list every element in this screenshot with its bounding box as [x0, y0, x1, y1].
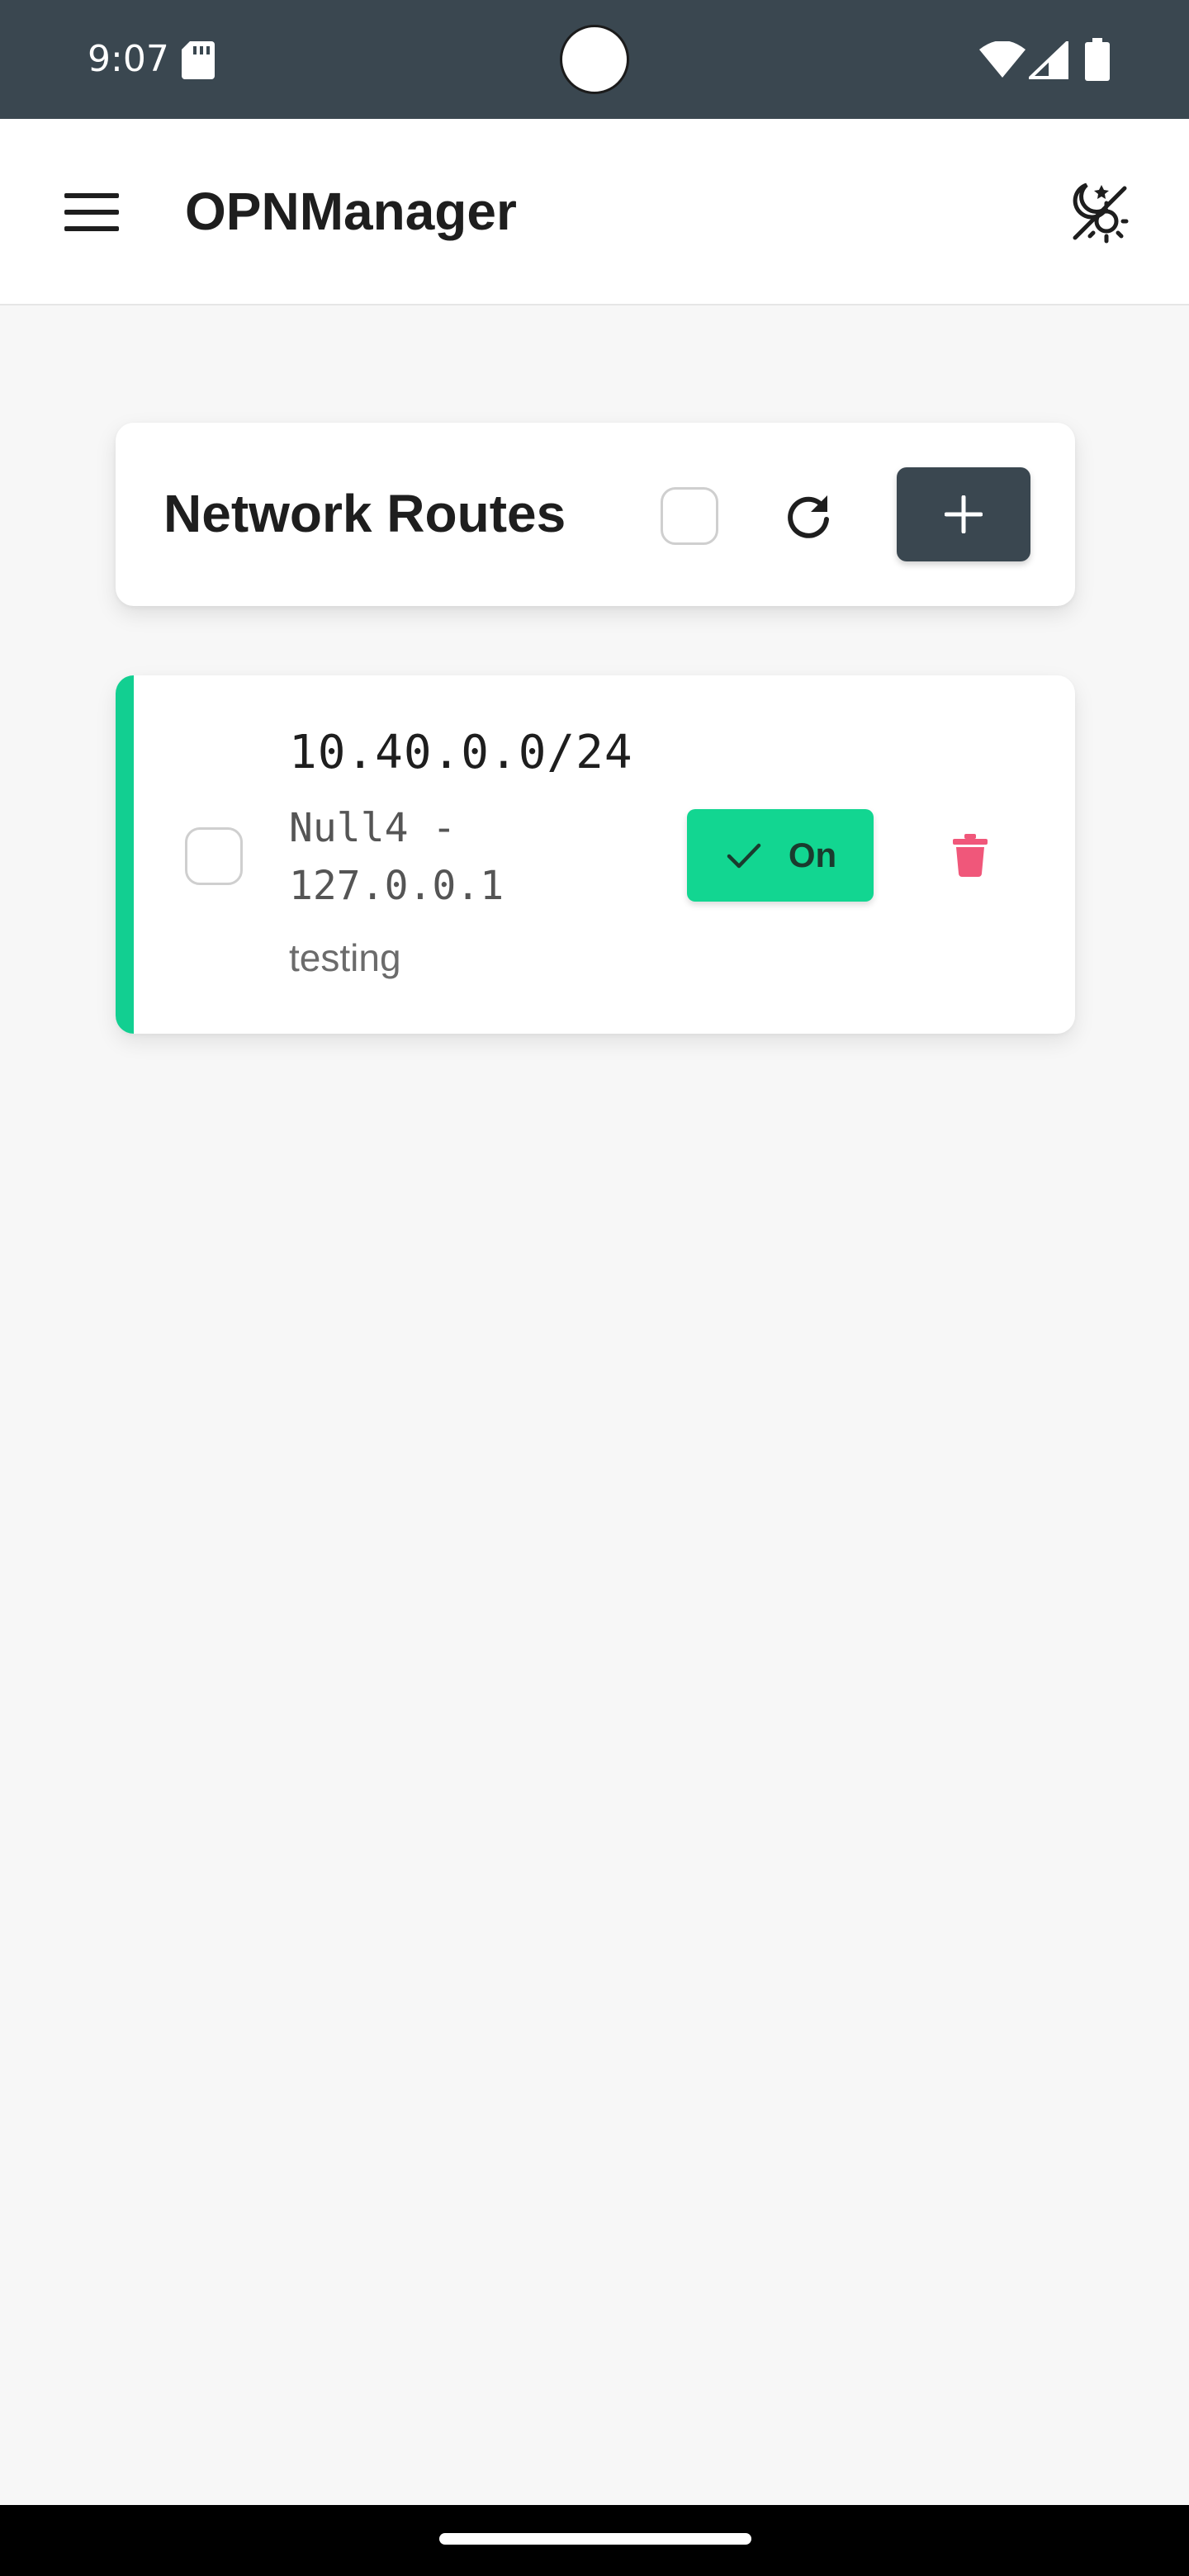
route-status-accent — [116, 675, 134, 1034]
home-indicator[interactable] — [439, 2533, 751, 2545]
signal-icon — [1029, 41, 1068, 79]
trash-icon[interactable] — [953, 834, 988, 877]
route-description: testing — [289, 936, 401, 979]
app-title: OPNManager — [185, 182, 517, 241]
refresh-icon[interactable] — [783, 490, 834, 542]
route-enable-toggle-button[interactable]: On — [687, 809, 874, 902]
status-time: 9:07 — [88, 38, 169, 80]
sd-card-icon — [182, 41, 215, 79]
page-title: Network Routes — [163, 484, 566, 543]
app-bar: OPNManager — [0, 119, 1189, 305]
add-route-button[interactable] — [897, 467, 1030, 561]
check-icon — [727, 843, 761, 869]
network-routes-header-card: Network Routes — [116, 423, 1075, 606]
battery-icon — [1085, 38, 1110, 81]
navigation-bar — [0, 2505, 1189, 2576]
toggle-label: On — [788, 836, 837, 874]
theme-toggle-icon[interactable] — [1065, 178, 1131, 244]
route-gateway: Null4 - 127.0.0.1 — [289, 805, 504, 909]
route-card: 10.40.0.0/24 Null4 - 127.0.0.1 testing O… — [116, 675, 1075, 1034]
camera-cutout — [560, 25, 629, 94]
route-network: 10.40.0.0/24 — [289, 726, 633, 779]
menu-icon[interactable] — [64, 193, 119, 234]
app-screen: 9:07 OPNManager Network Routes 10.40.0.0… — [0, 0, 1189, 2576]
route-select-checkbox[interactable] — [185, 827, 243, 885]
wifi-icon — [979, 41, 1026, 78]
plus-icon — [945, 495, 983, 533]
select-all-checkbox[interactable] — [661, 487, 718, 545]
status-bar: 9:07 — [0, 0, 1189, 119]
